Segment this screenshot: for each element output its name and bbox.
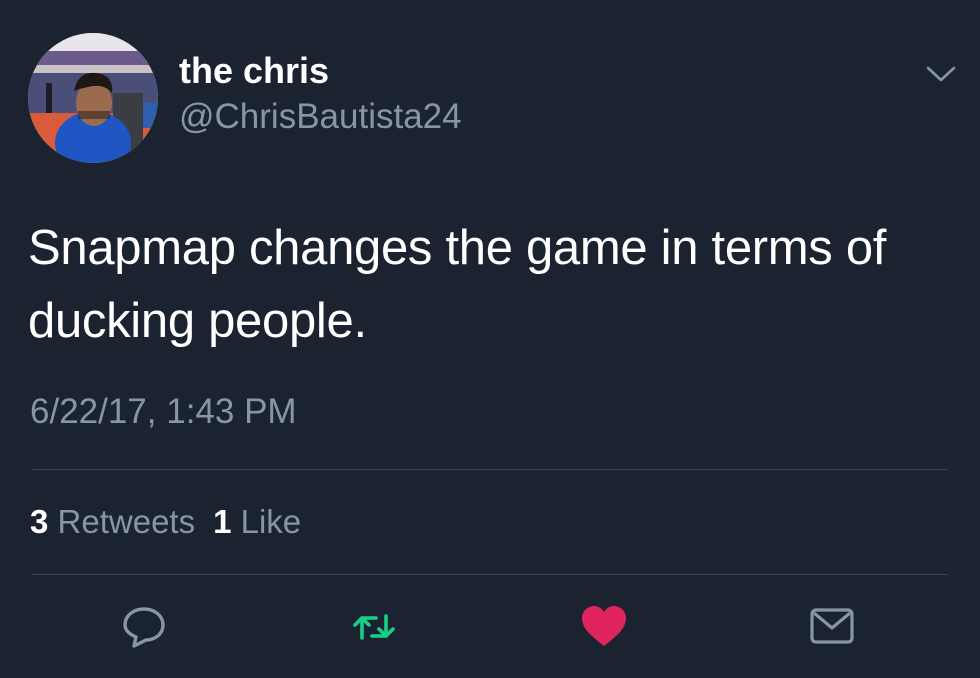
- direct-message-button[interactable]: [808, 604, 856, 650]
- divider: [32, 574, 948, 575]
- likes-count: 1: [213, 503, 232, 540]
- tweet-text: Snapmap changes the game in terms of duc…: [28, 221, 887, 348]
- heart-icon: [582, 606, 626, 646]
- likes-stat[interactable]: 1 Like: [213, 503, 301, 540]
- tweet-card: the chris @ChrisBautista24 Snapmap chang…: [0, 0, 980, 678]
- user-handle[interactable]: @ChrisBautista24: [179, 95, 462, 139]
- retweet-arrows-icon: [353, 614, 395, 640]
- engagement-stats: 3 Retweets 1 Like: [30, 500, 301, 544]
- speech-bubble-icon: [123, 607, 165, 648]
- profile-photo-icon: [28, 33, 158, 163]
- display-name[interactable]: the chris: [179, 48, 329, 94]
- tweet-timestamp[interactable]: 6/22/17, 1:43 PM: [30, 390, 297, 434]
- likes-label: Like: [240, 503, 302, 540]
- avatar[interactable]: [28, 33, 158, 163]
- retweets-stat[interactable]: 3 Retweets: [30, 503, 195, 540]
- reply-button[interactable]: [120, 604, 168, 650]
- retweets-label: Retweets: [57, 503, 196, 540]
- retweets-count: 3: [30, 503, 49, 540]
- envelope-icon: [810, 608, 854, 644]
- chevron-down-icon[interactable]: [924, 62, 958, 86]
- like-button[interactable]: [580, 604, 628, 650]
- divider: [32, 469, 948, 470]
- retweet-button[interactable]: [350, 604, 398, 650]
